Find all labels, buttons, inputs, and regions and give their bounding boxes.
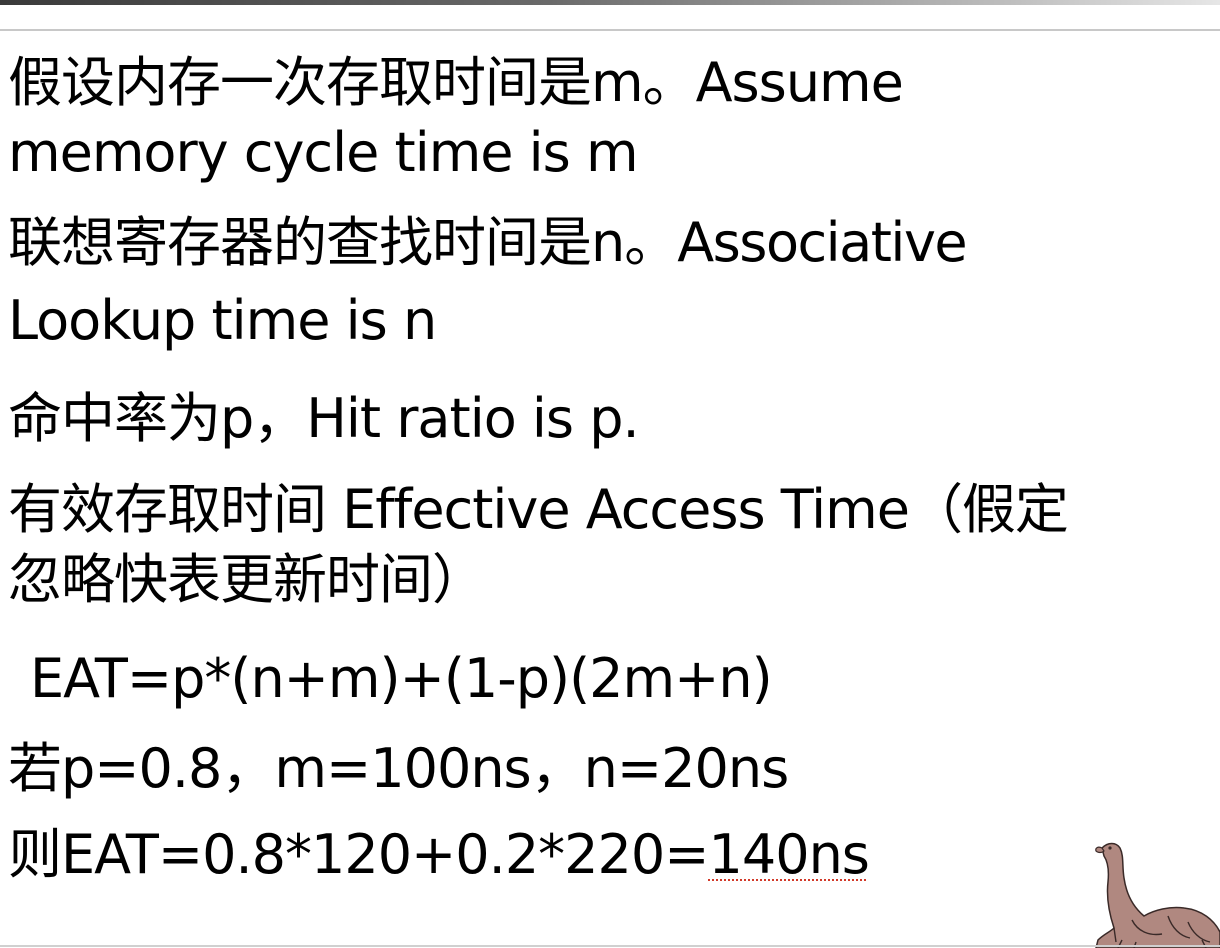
eat-result-prefix: 则EAT=0.8*120+0.2*220= — [8, 823, 709, 886]
hit-ratio-en: Hit ratio is p. — [306, 387, 639, 450]
memory-time-zh: 假设内存一次存取时间是m。 — [8, 51, 697, 114]
lookup-time-zh: 联想寄存器的查找时间是n。 — [8, 211, 678, 274]
effective-access-en: Effective Access Time — [342, 478, 910, 541]
effective-access-note-end: 忽略快表更新时间） — [8, 548, 486, 611]
eat-result-value: 140ns — [708, 823, 870, 886]
eat-formula: EAT=p*(n+m)+(1-p)(2m+n) — [30, 647, 773, 710]
lookup-time-en-start: Associative — [677, 211, 967, 274]
slide-top-bar — [0, 0, 1220, 5]
lookup-time-line-cont: Lookup time is n — [8, 288, 437, 354]
effective-access-note-start: （假定 — [908, 478, 1069, 541]
slide-top-rule — [0, 29, 1220, 31]
dinosaur-icon — [1095, 842, 1220, 948]
hit-ratio-zh: 命中率为p， — [8, 387, 307, 450]
memory-time-line: 假设内存一次存取时间是m。Assume — [8, 50, 904, 116]
lookup-time-line: 联想寄存器的查找时间是n。Associative — [8, 210, 968, 276]
effective-access-zh: 有效存取时间 — [8, 478, 327, 541]
lookup-time-en-end: Lookup time is n — [8, 289, 437, 352]
slide-bottom-rule — [0, 945, 1220, 947]
hit-ratio-line: 命中率为p，Hit ratio is p. — [8, 386, 640, 452]
effective-access-line-cont: 忽略快表更新时间） — [8, 547, 486, 613]
eat-result-line: 则EAT=0.8*120+0.2*220=140ns — [8, 822, 870, 888]
memory-time-line-cont: memory cycle time is m — [8, 120, 639, 186]
given-values: 若p=0.8，m=100ns，n=20ns — [8, 737, 789, 800]
memory-time-en-start: Assume — [695, 51, 904, 114]
memory-time-en-end: memory cycle time is m — [8, 121, 639, 184]
effective-access-line: 有效存取时间 Effective Access Time（假定 — [8, 477, 1069, 543]
